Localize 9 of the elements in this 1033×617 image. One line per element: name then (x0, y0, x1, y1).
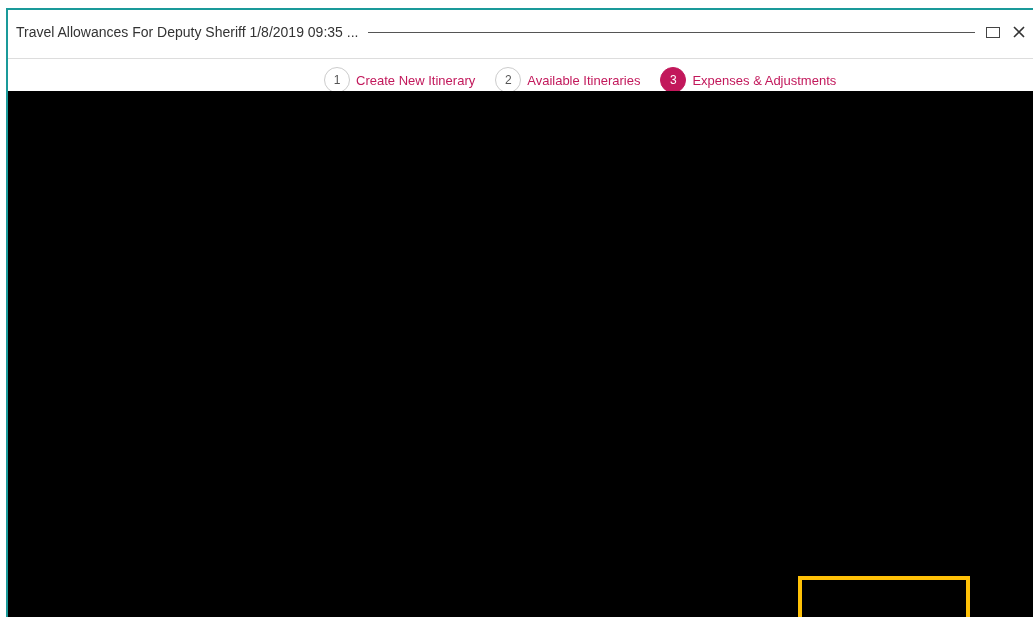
window-title: Travel Allowances For Deputy Sheriff 1/8/2019 09:35 ... (16, 24, 359, 40)
step-label[interactable]: Available Itineraries (527, 72, 641, 88)
step-number: 3 (660, 67, 687, 91)
maximize-icon[interactable] (985, 24, 1001, 40)
step-label[interactable]: Create New Itinerary (356, 72, 476, 88)
close-icon[interactable] (1011, 24, 1027, 40)
step-number: 2 (495, 67, 522, 91)
step-label[interactable]: Expenses & Adjustments (692, 72, 837, 88)
step-number: 1 (324, 67, 350, 91)
